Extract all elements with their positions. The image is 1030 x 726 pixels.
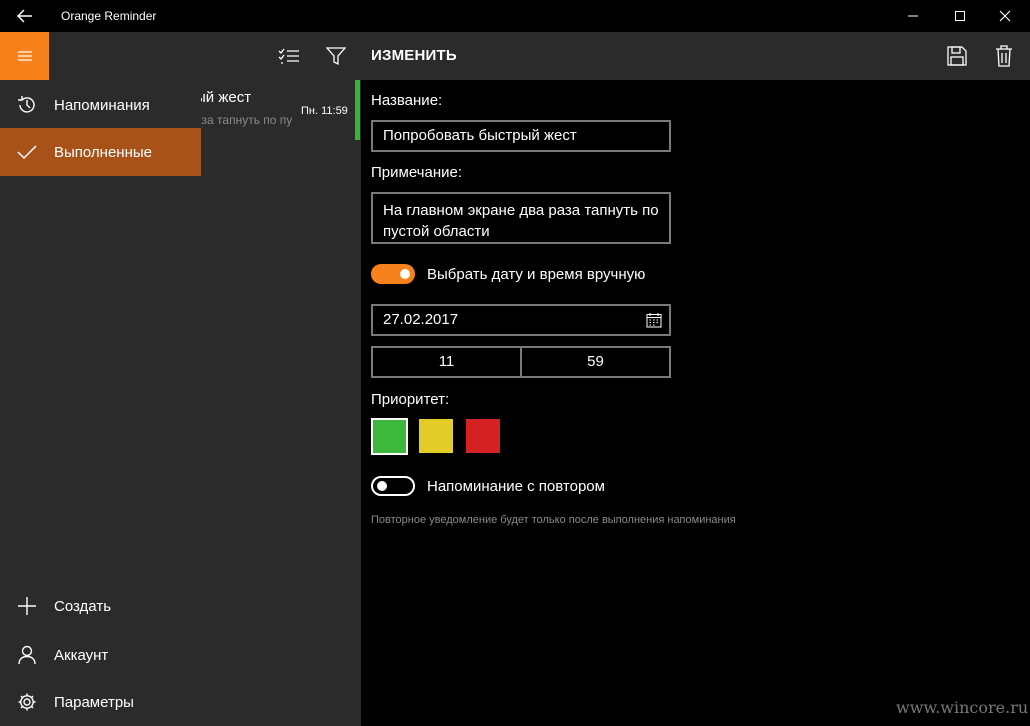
priority-red-swatch[interactable] bbox=[466, 419, 500, 453]
maximize-button[interactable] bbox=[937, 0, 983, 32]
back-arrow-icon[interactable] bbox=[8, 0, 42, 32]
note-input[interactable]: На главном экране два раза тапнуть по пу… bbox=[371, 192, 671, 244]
priority-label: Приоритет: bbox=[371, 391, 450, 408]
window-title: Orange Reminder bbox=[61, 9, 157, 23]
toggle-knob bbox=[377, 481, 387, 491]
name-label: Название: bbox=[371, 92, 443, 109]
nav-item-reminders[interactable]: Напоминания bbox=[0, 81, 201, 129]
priority-green-swatch[interactable] bbox=[371, 418, 408, 455]
add-icon bbox=[0, 596, 54, 616]
date-picker[interactable]: 27.02.2017 bbox=[371, 304, 671, 336]
nav-item-account[interactable]: Аккаунт bbox=[0, 631, 201, 679]
close-button[interactable] bbox=[982, 0, 1028, 32]
repeat-hint: Повторное уведомление будет только после… bbox=[371, 514, 736, 526]
repeat-toggle[interactable] bbox=[371, 476, 415, 496]
note-label: Примечание: bbox=[371, 164, 462, 181]
priority-indicator bbox=[355, 80, 360, 140]
minute-value: 59 bbox=[587, 353, 604, 370]
select-list-button[interactable] bbox=[269, 32, 309, 80]
save-icon bbox=[947, 46, 967, 66]
toggle-knob bbox=[400, 269, 410, 279]
list-item-subtitle: аза тапнуть по пу bbox=[195, 113, 293, 127]
checkmark-icon bbox=[0, 144, 54, 160]
nav-item-create[interactable]: Создать bbox=[0, 582, 201, 630]
history-icon bbox=[0, 95, 54, 115]
hamburger-button[interactable] bbox=[0, 32, 49, 80]
manual-datetime-toggle[interactable] bbox=[371, 264, 415, 284]
priority-yellow-swatch[interactable] bbox=[419, 419, 453, 453]
list-item-title: ый жест bbox=[195, 89, 252, 106]
nav-item-label: Создать bbox=[54, 597, 112, 615]
filter-button[interactable] bbox=[316, 32, 356, 80]
settings-icon bbox=[0, 692, 54, 712]
person-icon bbox=[0, 645, 54, 665]
select-list-icon bbox=[278, 48, 299, 64]
nav-item-label: Аккаунт bbox=[54, 646, 109, 664]
list-item-time: Пн. 11:59 bbox=[301, 105, 348, 117]
manual-datetime-label: Выбрать дату и время вручную bbox=[427, 266, 646, 283]
list-item[interactable]: ый жест Пн. 11:59 аза тапнуть по пу bbox=[195, 80, 361, 140]
close-icon bbox=[999, 10, 1011, 22]
name-input-value: Попробовать быстрый жест bbox=[383, 127, 577, 144]
reminder-list: ый жест Пн. 11:59 аза тапнуть по пу bbox=[195, 80, 361, 726]
minimize-icon bbox=[908, 15, 918, 17]
nav-item-label: Выполненные bbox=[54, 143, 152, 161]
delete-icon bbox=[996, 45, 1012, 67]
nav-item-completed[interactable]: Выполненные bbox=[0, 128, 201, 176]
hour-value: 11 bbox=[438, 353, 455, 370]
detail-header bbox=[361, 32, 1030, 80]
filter-icon bbox=[326, 47, 346, 66]
repeat-label: Напоминание с повтором bbox=[427, 478, 605, 495]
calendar-icon bbox=[646, 313, 662, 328]
hour-picker[interactable]: 11 bbox=[371, 346, 522, 378]
title-bar: Orange Reminder bbox=[0, 0, 1030, 32]
date-value: 27.02.2017 bbox=[383, 311, 459, 328]
hamburger-icon bbox=[17, 51, 32, 61]
navigation-pane: Напоминания Выполненные Создать Аккаунт bbox=[0, 80, 201, 726]
nav-item-label: Напоминания bbox=[54, 96, 150, 114]
name-input[interactable]: Попробовать быстрый жест bbox=[371, 120, 671, 152]
page-title: ИЗМЕНИТЬ bbox=[371, 47, 457, 64]
save-button[interactable] bbox=[937, 32, 977, 80]
nav-item-settings[interactable]: Параметры bbox=[0, 678, 201, 726]
nav-item-label: Параметры bbox=[54, 693, 134, 711]
minute-picker[interactable]: 59 bbox=[520, 346, 671, 378]
note-input-value: На главном экране два раза тапнуть по пу… bbox=[383, 202, 659, 240]
maximize-icon bbox=[955, 11, 965, 21]
watermark: www.wincore.ru bbox=[896, 698, 1029, 717]
minimize-button[interactable] bbox=[890, 0, 936, 32]
delete-button[interactable] bbox=[984, 32, 1024, 80]
